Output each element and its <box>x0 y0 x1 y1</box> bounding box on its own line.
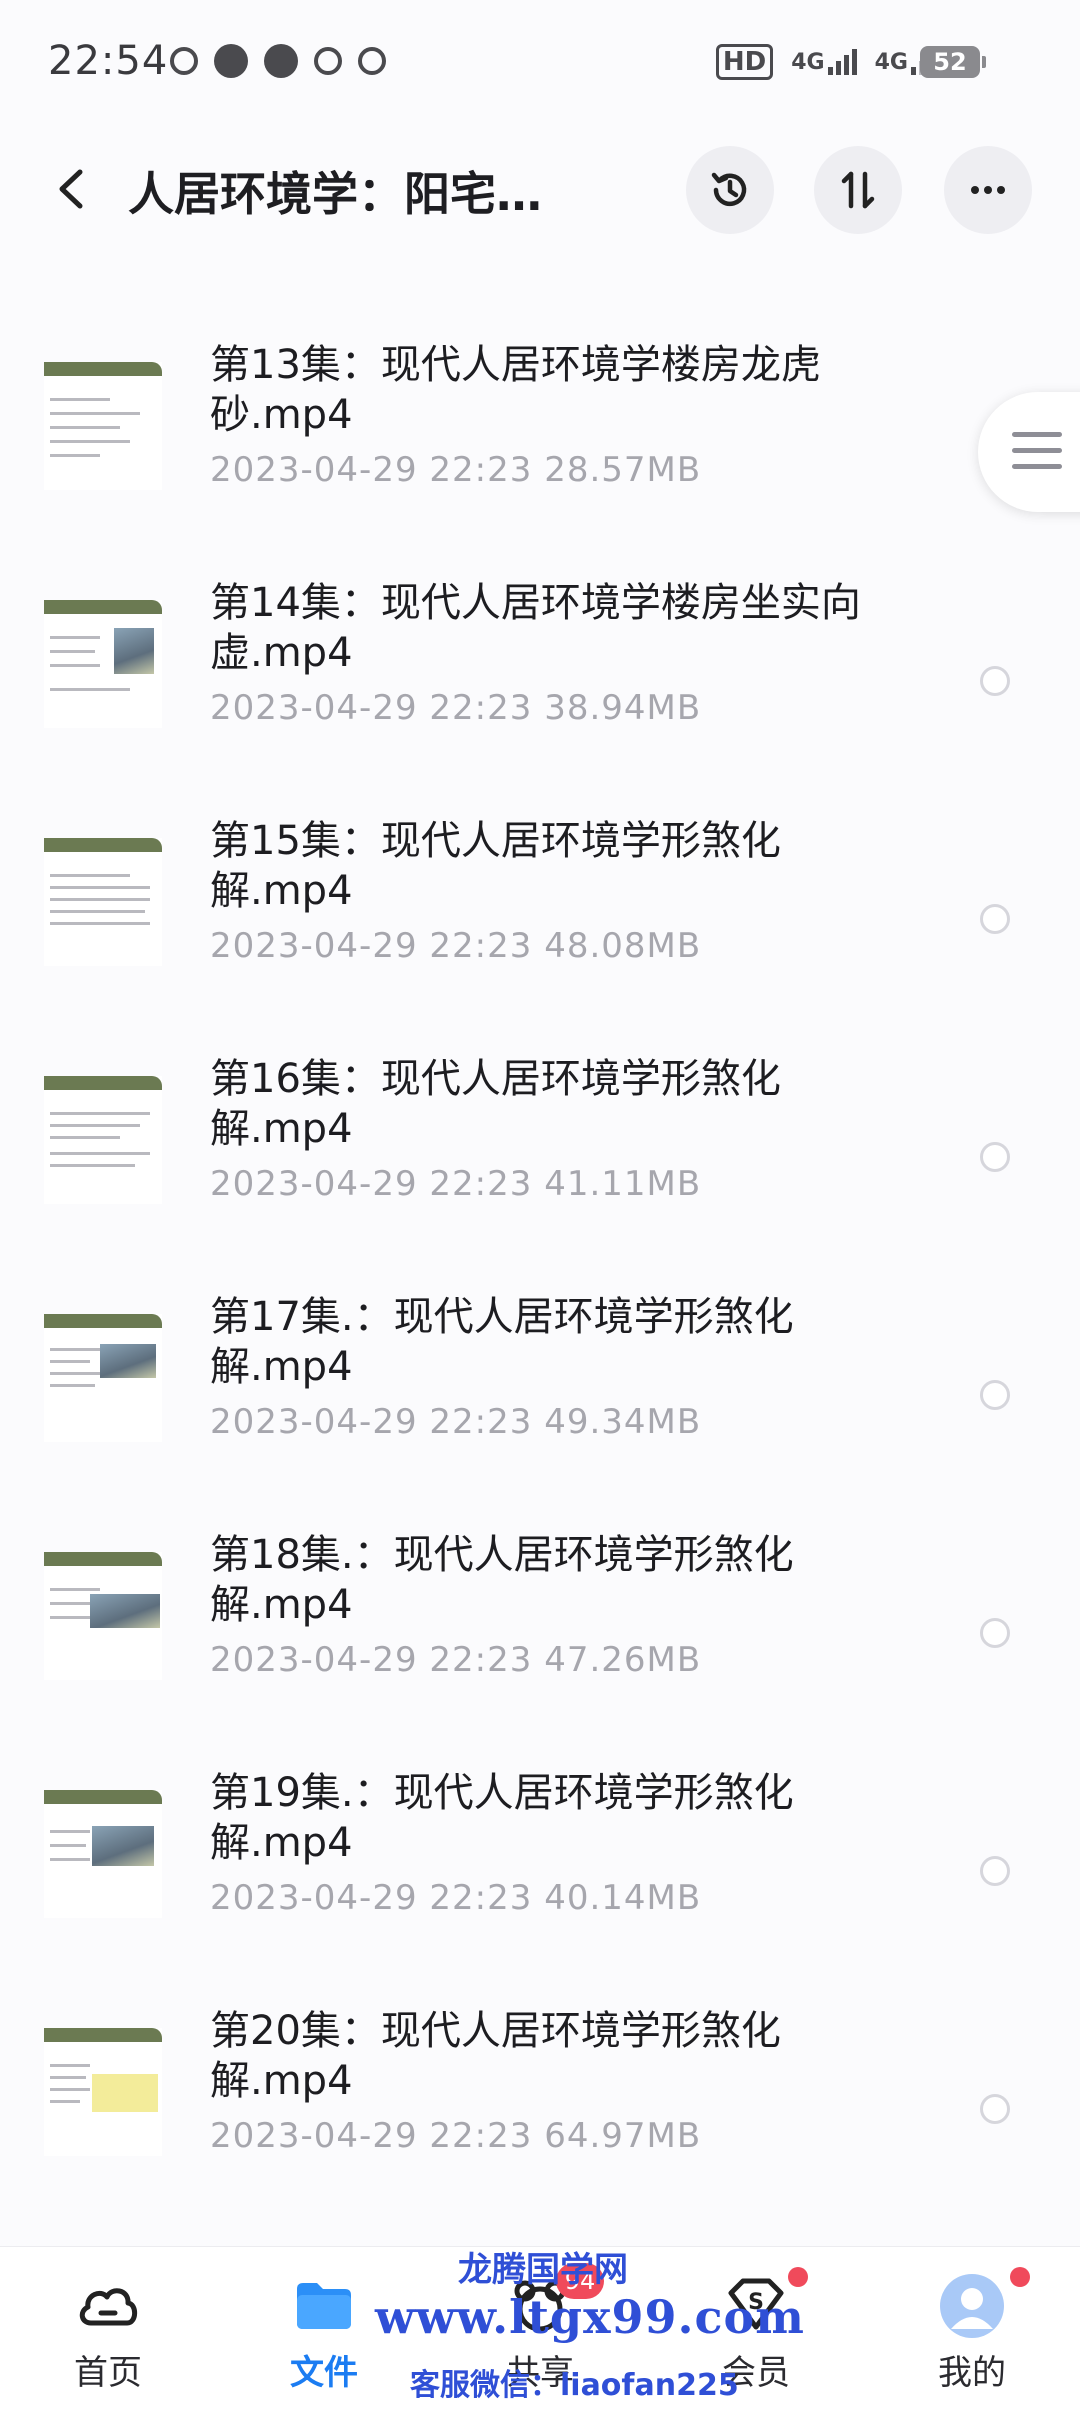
nav-label: 会员 <box>722 2353 790 2393</box>
more-button[interactable] <box>944 146 1032 234</box>
notification-icons <box>170 44 386 78</box>
select-radio[interactable] <box>980 904 1010 934</box>
file-name: 第18集.：现代人居环境学形煞化解.mp4 <box>210 1532 794 1628</box>
vip-icon: S <box>728 2278 784 2330</box>
file-meta: 2023-04-29 22:23 41.11MB <box>210 1164 702 1204</box>
file-name: 第14集：现代人居环境学楼房坐实向虚.mp4 <box>210 580 861 676</box>
more-icon <box>971 186 1005 194</box>
file-name: 第16集：现代人居环境学形煞化解.mp4 <box>210 1056 781 1152</box>
file-meta: 2023-04-29 22:23 47.26MB <box>210 1640 702 1680</box>
network-indicators: HD 4G 4G <box>715 44 940 80</box>
video-thumbnail <box>44 838 162 966</box>
nav-label: 文件 <box>290 2353 358 2393</box>
nav-vip[interactable]: S 会员 <box>676 2247 836 2409</box>
sort-icon <box>841 171 875 209</box>
select-radio[interactable] <box>980 1380 1010 1410</box>
link-icon <box>170 47 198 75</box>
nav-share[interactable]: 94 共享 <box>460 2247 620 2409</box>
select-radio[interactable] <box>980 1142 1010 1172</box>
select-radio[interactable] <box>980 666 1010 696</box>
select-radio[interactable] <box>980 2094 1010 2124</box>
app-notification-icon <box>358 47 386 75</box>
file-meta: 2023-04-29 22:23 28.57MB <box>210 450 702 490</box>
video-thumbnail <box>44 600 162 728</box>
video-thumbnail <box>44 1552 162 1680</box>
file-item[interactable]: 第15集：现代人居环境学形煞化解.mp4 2023-04-29 22:23 48… <box>0 776 1080 1014</box>
nav-home[interactable]: 首页 <box>28 2247 188 2409</box>
select-radio[interactable] <box>980 1856 1010 1886</box>
status-time: 22:54 <box>48 38 169 84</box>
page-title: 人居环境学：阳宅… <box>128 167 542 221</box>
app-notification-icon <box>264 44 298 78</box>
file-meta: 2023-04-29 22:23 49.34MB <box>210 1402 702 1442</box>
nav-label: 共享 <box>506 2353 574 2393</box>
file-name: 第19集.：现代人居环境学形煞化解.mp4 <box>210 1770 794 1866</box>
nav-label: 首页 <box>74 2353 142 2393</box>
file-meta: 2023-04-29 22:23 48.08MB <box>210 926 702 966</box>
file-name: 第17集.：现代人居环境学形煞化解.mp4 <box>210 1294 794 1390</box>
select-radio[interactable] <box>980 1618 1010 1648</box>
file-meta: 2023-04-29 22:23 40.14MB <box>210 1878 702 1918</box>
nav-label: 我的 <box>938 2353 1006 2393</box>
header: 人居环境学：阳宅… <box>0 140 1080 240</box>
history-icon <box>711 172 747 207</box>
bottom-nav: 首页 文件 94 共享 S 会员 我的 <box>0 2246 1080 2409</box>
chevron-left-icon[interactable] <box>48 164 98 214</box>
video-thumbnail <box>44 1790 162 1918</box>
file-item[interactable]: 第20集：现代人居环境学形煞化解.mp4 2023-04-29 22:23 64… <box>0 1966 1080 2204</box>
nav-files[interactable]: 文件 <box>244 2247 404 2409</box>
hd-icon: HD <box>715 44 774 80</box>
app-notification-icon <box>314 47 342 75</box>
share-badge: 94 <box>556 2263 604 2299</box>
me-badge-dot <box>1010 2267 1030 2287</box>
file-name: 第20集：现代人居环境学形煞化解.mp4 <box>210 2008 781 2104</box>
sort-button[interactable] <box>814 146 902 234</box>
file-item[interactable]: 第19集.：现代人居环境学形煞化解.mp4 2023-04-29 22:23 4… <box>0 1728 1080 1966</box>
file-meta: 2023-04-29 22:23 38.94MB <box>210 688 702 728</box>
video-thumbnail <box>44 1314 162 1442</box>
video-thumbnail <box>44 362 162 490</box>
file-item[interactable]: 第18集.：现代人居环境学形煞化解.mp4 2023-04-29 22:23 4… <box>0 1490 1080 1728</box>
avatar-icon <box>940 2274 1004 2338</box>
history-button[interactable] <box>686 146 774 234</box>
file-name: 第13集：现代人居环境学楼房龙虎砂.mp4 <box>210 342 821 438</box>
cloud-icon <box>79 2288 138 2326</box>
battery-icon: 52 <box>920 46 986 78</box>
menu-icon <box>1012 432 1062 437</box>
file-item[interactable]: 第16集：现代人居环境学形煞化解.mp4 2023-04-29 22:23 41… <box>0 1014 1080 1252</box>
vip-badge-dot <box>788 2267 808 2287</box>
app-notification-icon <box>214 44 248 78</box>
signal-icon: 4G <box>791 49 857 75</box>
svg-text:S: S <box>748 2290 764 2315</box>
folder-icon <box>297 2283 351 2329</box>
video-thumbnail <box>44 1076 162 1204</box>
file-meta: 2023-04-29 22:23 64.97MB <box>210 2116 702 2156</box>
file-item[interactable]: 第14集：现代人居环境学楼房坐实向虚.mp4 2023-04-29 22:23 … <box>0 538 1080 776</box>
status-bar: 22:54 HD 4G 4G 52 <box>0 0 1080 120</box>
file-name: 第15集：现代人居环境学形煞化解.mp4 <box>210 818 781 914</box>
file-item[interactable]: 第13集：现代人居环境学楼房龙虎砂.mp4 2023-04-29 22:23 2… <box>0 300 1080 538</box>
file-list: 第13集：现代人居环境学楼房龙虎砂.mp4 2023-04-29 22:23 2… <box>0 300 1080 2204</box>
video-thumbnail <box>44 2028 162 2156</box>
nav-me[interactable]: 我的 <box>892 2247 1052 2409</box>
file-item[interactable]: 第17集.：现代人居环境学形煞化解.mp4 2023-04-29 22:23 4… <box>0 1252 1080 1490</box>
